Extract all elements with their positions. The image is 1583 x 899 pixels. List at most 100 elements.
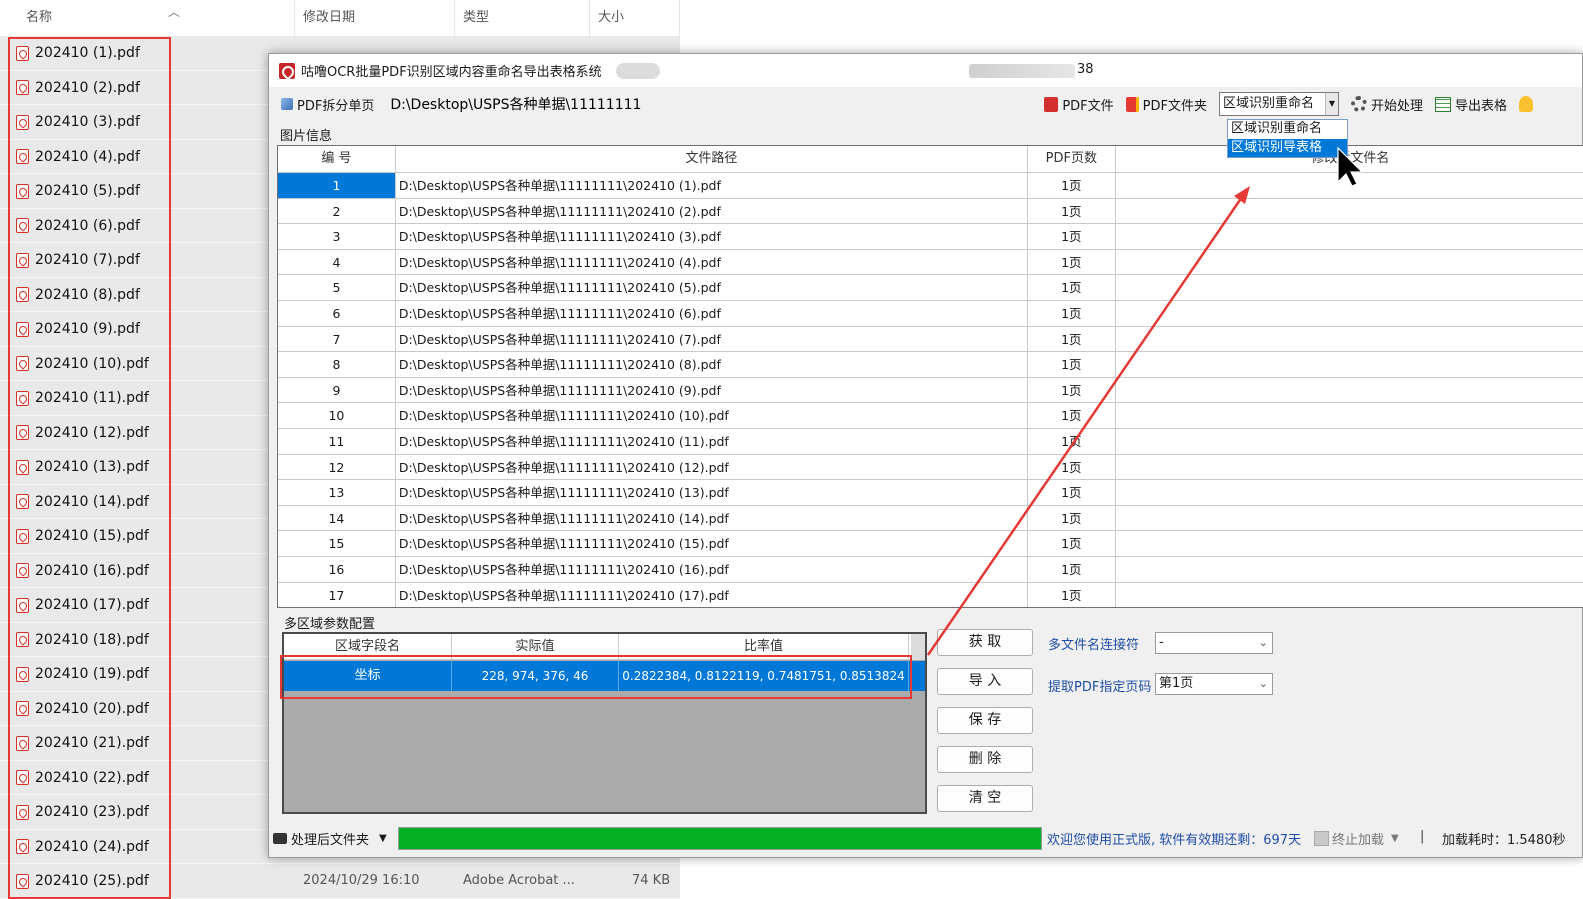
delete-button[interactable]: 删 除: [937, 746, 1033, 773]
user-button[interactable]: [1513, 91, 1539, 117]
grid-col-new-name[interactable]: 修改后文件名: [1116, 146, 1583, 172]
export-table-label: 导出表格: [1455, 98, 1508, 114]
row-num: 5: [278, 275, 396, 300]
region-scrollbar[interactable]: [911, 634, 925, 660]
save-button[interactable]: 保 存: [937, 707, 1033, 734]
table-row[interactable]: 10 D:\Desktop\USPS各种单据\11111111\202410 (1…: [278, 403, 1583, 429]
region-ratio-cell: 0.2822384, 0.8122119, 0.7481751, 0.85138…: [619, 661, 909, 691]
table-row[interactable]: 6 D:\Desktop\USPS各种单据\11111111\202410 (6)…: [278, 300, 1583, 327]
pdf-file-icon: [16, 356, 29, 372]
pdf-file-button[interactable]: PDF文件: [1038, 91, 1119, 117]
row-new-name: [1116, 250, 1583, 275]
file-name: 202410 (22).pdf: [16, 761, 166, 796]
get-button[interactable]: 获 取: [937, 629, 1033, 656]
table-row[interactable]: 16 D:\Desktop\USPS各种单据\11111111\202410 (1…: [278, 556, 1583, 583]
row-num: 10: [278, 403, 396, 428]
row-pages: 1页: [1028, 249, 1116, 275]
file-name-label: 202410 (11).pdf: [35, 390, 149, 406]
stop-loading-checkbox[interactable]: [1314, 831, 1329, 846]
table-row[interactable]: 15 D:\Desktop\USPS各种单据\11111111\202410 (1…: [278, 531, 1583, 557]
table-icon: [1435, 96, 1451, 112]
column-size[interactable]: 大小: [590, 0, 680, 36]
table-row[interactable]: 11 D:\Desktop\USPS各种单据\11111111\202410 (1…: [278, 428, 1583, 455]
row-path: D:\Desktop\USPS各种单据\11111111\202410 (4).…: [396, 249, 1028, 275]
pdf-file-icon: [16, 563, 29, 579]
file-name: 202410 (25).pdf: [16, 864, 166, 899]
row-pages: 1页: [1028, 326, 1116, 352]
path-input[interactable]: [386, 92, 1023, 116]
column-name-label: 名称: [26, 10, 53, 25]
grid-col-pages[interactable]: PDF页数: [1028, 146, 1116, 172]
joiner-select[interactable]: - ⌄: [1155, 632, 1273, 654]
file-row[interactable]: 202410 (25).pdf 2024/10/29 16:10 Adobe Acr…: [0, 864, 680, 899]
table-row[interactable]: 1 D:\Desktop\USPS各种单据\11111111\202410 (1)…: [278, 173, 1583, 199]
table-row[interactable]: 14 D:\Desktop\USPS各种单据\11111111\202410 (1…: [278, 505, 1583, 532]
mode-select[interactable]: 区域识别重命名 ▼: [1218, 92, 1339, 116]
table-row[interactable]: 17 D:\Desktop\USPS各种单据\11111111\202410 (1…: [278, 582, 1583, 607]
file-name-label: 202410 (1).pdf: [35, 45, 140, 61]
grid-col-num[interactable]: 编 号: [278, 146, 396, 172]
table-row[interactable]: 3 D:\Desktop\USPS各种单据\11111111\202410 (3)…: [278, 224, 1583, 250]
file-name: 202410 (5).pdf: [16, 174, 166, 209]
row-new-name: [1116, 403, 1583, 428]
page-select[interactable]: 第1页 ⌄: [1155, 673, 1273, 695]
file-name-label: 202410 (14).pdf: [35, 493, 149, 510]
table-row[interactable]: 4 D:\Desktop\USPS各种单据\11111111\202410 (4)…: [278, 249, 1583, 276]
sort-up-icon: ︿: [168, 5, 181, 19]
mode-option-export[interactable]: 区域识别导表格: [1228, 138, 1347, 157]
mode-select-value: 区域识别重命名: [1222, 96, 1314, 111]
file-name: 202410 (23).pdf: [16, 795, 166, 830]
region-real-cell: 228, 974, 376, 46: [452, 661, 619, 691]
file-name-label: 202410 (5).pdf: [35, 183, 140, 199]
table-row[interactable]: 8 D:\Desktop\USPS各种单据\11111111\202410 (8)…: [278, 352, 1583, 378]
import-button[interactable]: 导 入: [937, 668, 1033, 695]
table-row[interactable]: 7 D:\Desktop\USPS各种单据\11111111\202410 (7)…: [278, 326, 1583, 353]
output-folder-button[interactable]: 处理后文件夹 ▼: [273, 827, 387, 849]
split-page-button[interactable]: PDF拆分单页: [275, 91, 380, 117]
page-value: 第1页: [1159, 676, 1194, 691]
file-name-label: 202410 (4).pdf: [35, 148, 140, 165]
file-modified: 2024/10/29 16:10: [303, 873, 420, 888]
load-time: 加载耗时：1.5480秒: [1442, 833, 1566, 848]
table-row[interactable]: 2 D:\Desktop\USPS各种单据\11111111\202410 (2)…: [278, 198, 1583, 225]
table-row[interactable]: 12 D:\Desktop\USPS各种单据\11111111\202410 (1…: [278, 454, 1583, 481]
grid-col-path[interactable]: 文件路径: [396, 146, 1028, 172]
column-name[interactable]: 名称 ︿: [18, 0, 295, 36]
region-row[interactable]: 坐标 228, 974, 376, 46 0.2822384, 0.812211…: [284, 661, 925, 691]
clear-button[interactable]: 清 空: [937, 785, 1033, 812]
row-path: D:\Desktop\USPS各种单据\11111111\202410 (17)…: [396, 582, 1028, 607]
table-row[interactable]: 5 D:\Desktop\USPS各种单据\11111111\202410 (5)…: [278, 275, 1583, 301]
row-new-name: [1116, 199, 1583, 224]
region-col-name[interactable]: 区域字段名: [284, 634, 452, 659]
mode-dropdown-list: 区域识别重命名 区域识别导表格: [1227, 119, 1348, 158]
row-pages: 1页: [1028, 531, 1116, 556]
region-config-label: 多区域参数配置: [284, 617, 376, 632]
region-col-real[interactable]: 实际值: [452, 634, 619, 659]
column-modified[interactable]: 修改日期: [295, 0, 455, 36]
window-title: 咕噜OCR批量PDF识别区域内容重命名导出表格系统: [301, 65, 602, 80]
stop-loading-toggle[interactable]: 终止加载 ▼: [1314, 829, 1399, 848]
file-grid: 编 号 文件路径 PDF页数 修改后文件名 1 D:\Desktop\USPS各种…: [277, 145, 1583, 608]
row-num: 13: [278, 480, 396, 505]
file-row-bg: [175, 864, 680, 898]
pdf-icon: [1044, 96, 1059, 112]
row-path: D:\Desktop\USPS各种单据\11111111\202410 (1).…: [396, 173, 1028, 198]
dropdown-caret-icon[interactable]: ▼: [1324, 93, 1338, 115]
mode-option-rename[interactable]: 区域识别重命名: [1228, 120, 1347, 139]
row-pages: 1页: [1028, 505, 1116, 531]
table-row[interactable]: 13 D:\Desktop\USPS各种单据\11111111\202410 (1…: [278, 480, 1583, 506]
row-num: 3: [278, 224, 396, 249]
row-num: 2: [278, 198, 396, 224]
file-name-label: 202410 (10).pdf: [35, 355, 149, 372]
row-pages: 1页: [1028, 173, 1116, 198]
pdf-file-icon: [16, 873, 29, 889]
start-button[interactable]: 开始处理: [1345, 91, 1429, 117]
column-type[interactable]: 类型: [455, 0, 590, 36]
region-col-ratio[interactable]: 比率值: [619, 634, 909, 659]
file-name: 202410 (20).pdf: [16, 692, 166, 727]
export-table-button[interactable]: 导出表格: [1429, 91, 1513, 117]
pdf-folder-button[interactable]: PDF文件夹: [1120, 91, 1213, 117]
table-row[interactable]: 9 D:\Desktop\USPS各种单据\11111111\202410 (9)…: [278, 377, 1583, 404]
pdf-file-icon: [16, 45, 29, 61]
row-num: 9: [278, 377, 396, 403]
